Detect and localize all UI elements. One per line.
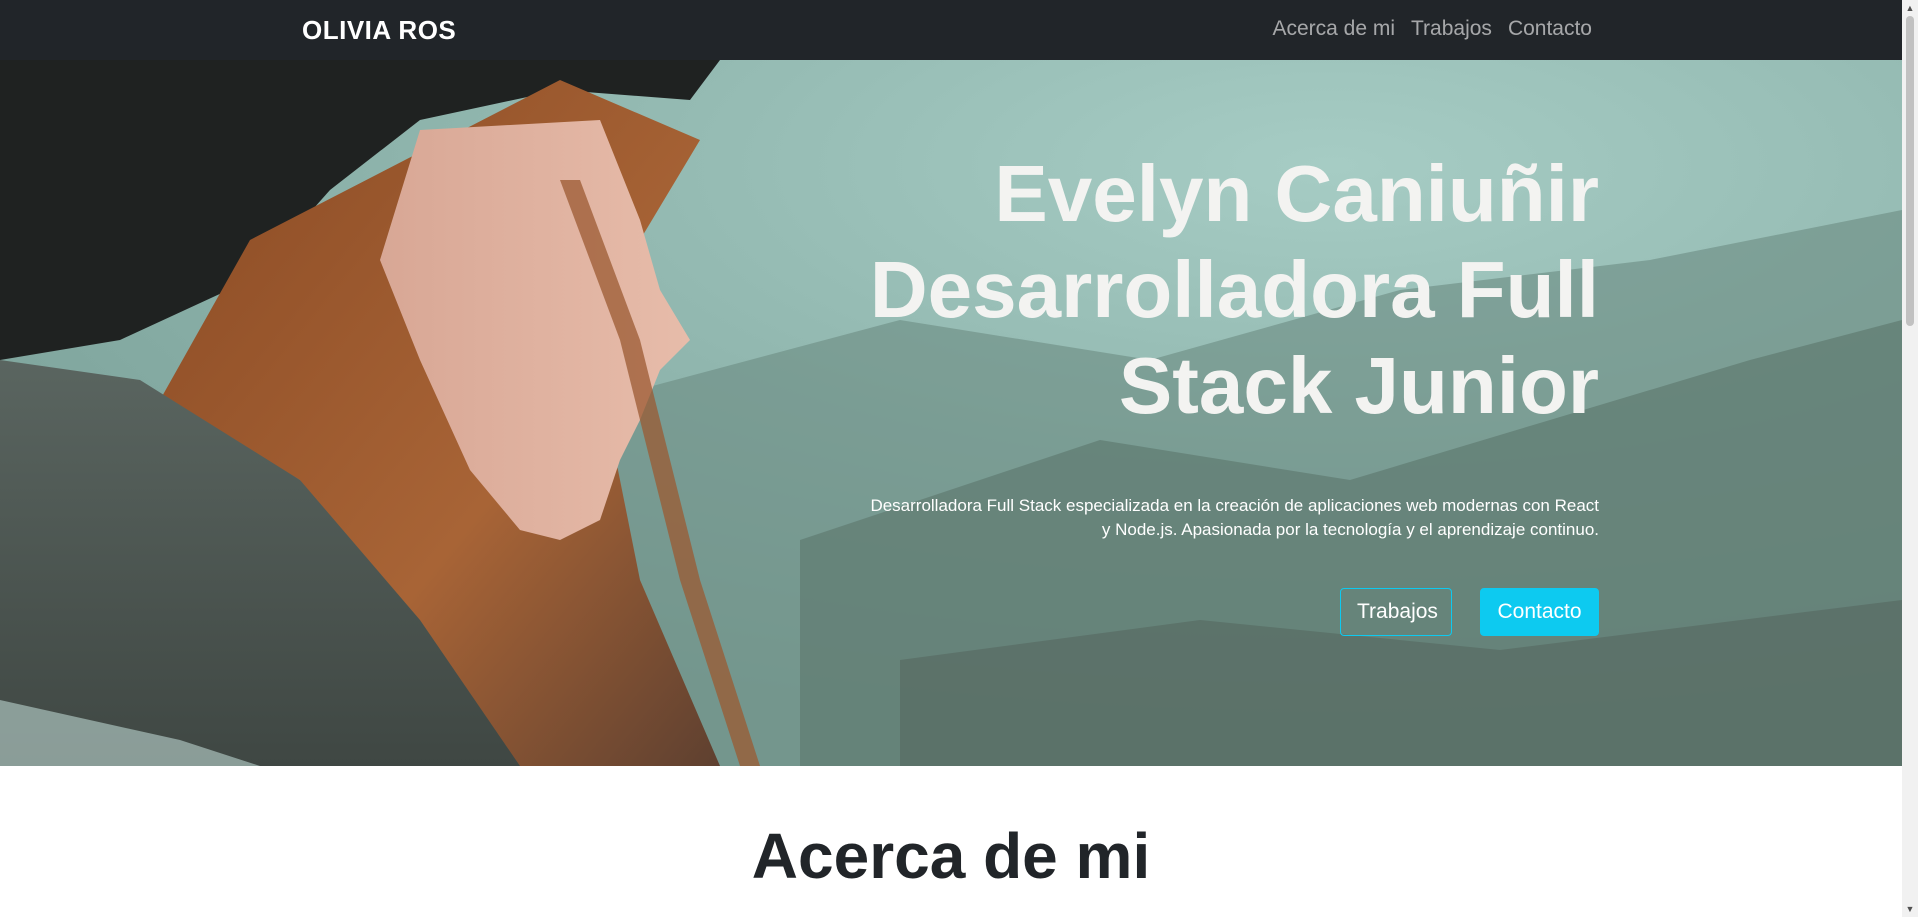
hero-buttons: Trabajos Contacto [819, 588, 1599, 636]
contacto-button[interactable]: Contacto [1480, 588, 1599, 636]
scrollbar-thumb[interactable] [1906, 16, 1914, 326]
nav-links: Acerca de mi Trabajos Contacto [1272, 16, 1592, 42]
hero-description: Desarrolladora Full Stack especializada … [870, 496, 1599, 539]
hero-title: Evelyn Caniuñir Desarrolladora Full Stac… [869, 149, 1599, 430]
brand-logo[interactable]: OLIVIA ROS [302, 14, 456, 46]
about-title: Acerca de mi [751, 820, 1151, 892]
nav-link-contacto[interactable]: Contacto [1508, 16, 1592, 42]
about-section: Acerca de mi [0, 766, 1902, 917]
nav-link-acerca[interactable]: Acerca de mi [1272, 16, 1395, 42]
chevron-up-icon[interactable]: ▲ [1902, 0, 1918, 16]
hero-content: Evelyn Caniuñir Desarrolladora Full Stac… [819, 146, 1599, 636]
navbar: OLIVIA ROS Acerca de mi Trabajos Contact… [0, 0, 1902, 60]
page: OLIVIA ROS Acerca de mi Trabajos Contact… [0, 0, 1918, 917]
chevron-down-icon[interactable]: ▼ [1902, 901, 1918, 917]
page-scrollbar[interactable]: ▲ ▼ [1902, 0, 1918, 917]
trabajos-button[interactable]: Trabajos [1340, 588, 1452, 636]
nav-link-trabajos[interactable]: Trabajos [1411, 16, 1492, 42]
hero-section: Evelyn Caniuñir Desarrolladora Full Stac… [0, 60, 1902, 766]
